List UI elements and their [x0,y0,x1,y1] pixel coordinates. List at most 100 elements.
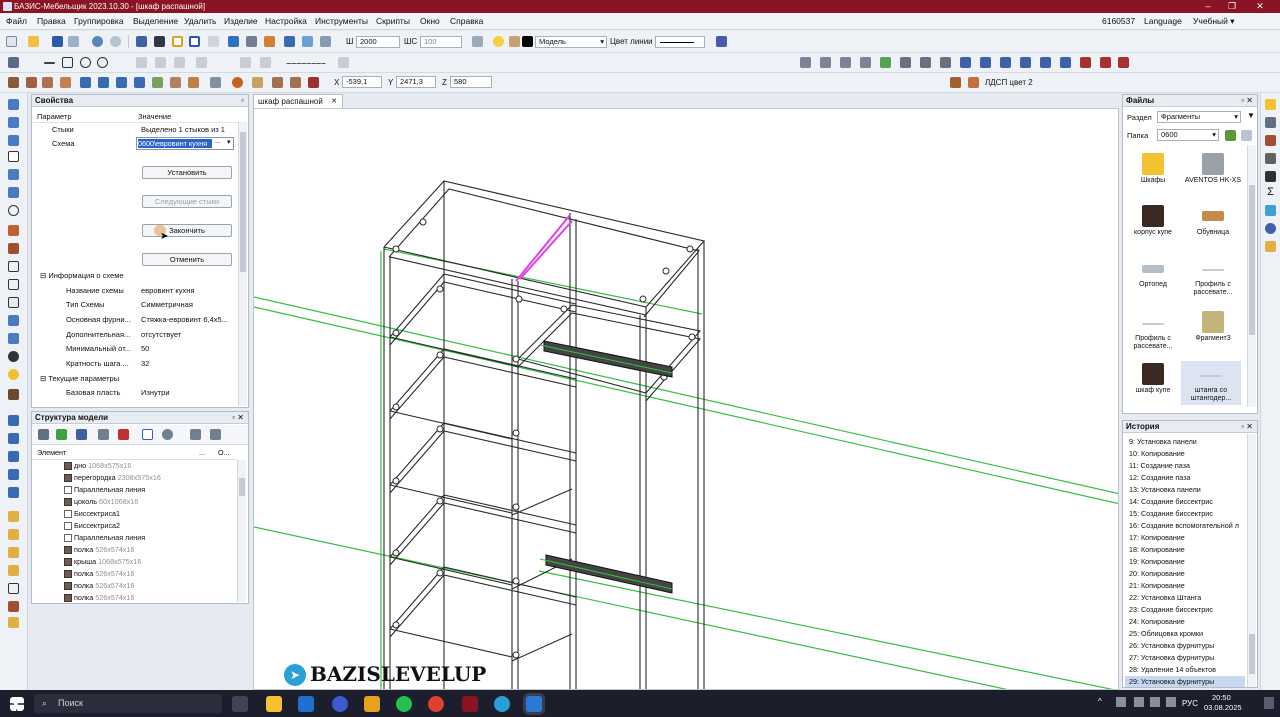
angle-icon[interactable] [208,36,219,47]
help-icon[interactable] [716,36,727,47]
tool-6-icon[interactable] [8,187,19,198]
camera-icon[interactable] [302,36,313,47]
panel-tool-3-icon[interactable] [940,57,951,68]
structure-pin-button[interactable]: ▫ ✕ [232,412,244,424]
history-item[interactable]: 16: Создание вспомогательной л [1129,520,1239,532]
settings-icon[interactable] [210,429,221,440]
tool-12-icon[interactable] [8,297,19,308]
menu-edit[interactable]: Правка [37,16,66,26]
history-item[interactable]: 25: Облицовка кромки [1129,628,1203,640]
menu-settings[interactable]: Настройка [265,16,307,26]
cone-icon[interactable] [252,77,263,88]
tray-app2-icon[interactable] [1134,697,1144,707]
menu-window[interactable]: Окно [420,16,440,26]
tree-item[interactable]: дно 1068x575x16 [64,460,131,472]
tool-2-icon[interactable] [8,117,19,128]
line-style-select[interactable] [655,36,705,48]
history-item[interactable]: 20: Копирование [1129,568,1185,580]
add-icon[interactable] [56,429,67,440]
tab-close-icon[interactable]: ✕ [331,95,337,108]
panel-tool-4-icon[interactable] [960,57,971,68]
rotate-icon[interactable] [8,205,19,216]
facade-icon[interactable] [98,77,109,88]
tool-19-icon[interactable] [8,433,19,444]
menu-select[interactable]: Выделение [133,16,178,26]
file-tile[interactable]: AVENTOS HK-XS [1183,153,1243,185]
tool-21-icon[interactable] [8,469,19,480]
tool-23-icon[interactable] [8,511,19,522]
section-select[interactable]: Фрагменты ▾ [1157,111,1241,123]
remove-icon[interactable] [118,429,129,440]
file-tile-selected[interactable]: штанга со штангодер... [1181,361,1241,405]
material-name[interactable]: ЛДСП цвет 2 [985,78,1033,87]
wifi-icon[interactable] [1150,697,1160,707]
offset-icon[interactable] [136,57,147,68]
cancel-button[interactable]: Отменить [142,253,232,266]
task-view-icon[interactable] [232,696,248,712]
cursor-icon[interactable] [8,57,19,68]
tool-20-icon[interactable] [8,451,19,462]
minimize-button[interactable]: – [1196,0,1220,13]
profile-icon[interactable] [80,77,91,88]
history-item[interactable]: 19: Копирование [1129,556,1185,568]
taskbar-search[interactable]: ⌕ Поиск [34,694,222,713]
tool-13-icon[interactable] [8,315,19,326]
tool-5-icon[interactable] [8,169,19,180]
panel-top-icon[interactable] [60,77,71,88]
ruler-icon[interactable] [246,36,257,47]
tool-18-icon[interactable] [8,415,19,426]
panel-side-icon[interactable] [42,77,53,88]
mirror-icon[interactable] [196,57,207,68]
panel-tool-9-icon[interactable] [1060,57,1071,68]
handle-icon[interactable] [188,77,199,88]
save-icon[interactable] [52,36,63,47]
scheme-info-group[interactable]: ⊟ Информация о схеме [40,268,124,283]
tool-11-icon[interactable] [8,279,19,290]
menu-tools[interactable]: Инструменты [315,16,368,26]
snap-icon[interactable] [136,36,147,47]
properties-pin-button[interactable]: ▫ [241,95,244,107]
tool-1-icon[interactable] [8,99,19,110]
layers-icon[interactable] [320,36,331,47]
panel-tool-8-icon[interactable] [1040,57,1051,68]
files-pin-button[interactable]: ▫ ✕ [1241,95,1253,107]
history-item[interactable]: 23: Создание биссектрис [1129,604,1213,616]
folder-select[interactable]: 0600 ▾ [1157,129,1219,141]
tree-item[interactable]: Биссектриса1 [64,508,120,520]
menu-product[interactable]: Изделие [224,16,258,26]
history-item[interactable]: 11: Создание паза [1129,460,1190,472]
bazis-app-icon[interactable] [462,696,478,712]
tool-14-icon[interactable] [8,333,19,344]
tool-22-icon[interactable] [8,487,19,498]
volume-icon[interactable] [1166,697,1176,707]
panel-tool-12-icon[interactable] [1118,57,1129,68]
bulb-icon[interactable] [493,36,504,47]
history-item[interactable]: 22: Установка Штанга [1129,592,1201,604]
pencil-icon[interactable] [264,36,275,47]
rect-icon[interactable] [62,57,73,68]
history-pin-button[interactable]: ▫ ✕ [1241,421,1253,433]
menu-delete[interactable]: Удалить [184,16,216,26]
panel-tool-2-icon[interactable] [920,57,931,68]
tree-item[interactable]: Биссектриса2 [64,520,120,532]
files-scrollbar[interactable] [1247,145,1256,407]
menu-help[interactable]: Справка [450,16,483,26]
mail-icon[interactable] [298,696,314,712]
view-side-icon[interactable] [1265,223,1276,234]
file-tile[interactable]: Шкафы [1123,153,1183,185]
view-left-icon[interactable] [840,57,851,68]
tree-item[interactable]: полка 526x574x16 [64,580,134,592]
dash-line-icon[interactable] [286,63,326,64]
group-icon[interactable] [308,77,319,88]
language-menu[interactable]: Language [1144,16,1182,26]
next-joints-button[interactable]: Следующие стыки [142,195,232,208]
history-scrollbar[interactable] [1247,434,1256,687]
panel-tool-11-icon[interactable] [1100,57,1111,68]
list-icon[interactable] [190,429,201,440]
eye-icon[interactable] [162,429,173,440]
save-all-icon[interactable] [68,36,79,47]
step-input[interactable]: 100 [420,36,462,48]
history-item[interactable]: 27: Установка фурнитуры [1129,652,1214,664]
history-item[interactable]: 28: Удаление 14 объектов [1129,664,1216,676]
restore-button[interactable]: ❐ [1220,0,1244,13]
